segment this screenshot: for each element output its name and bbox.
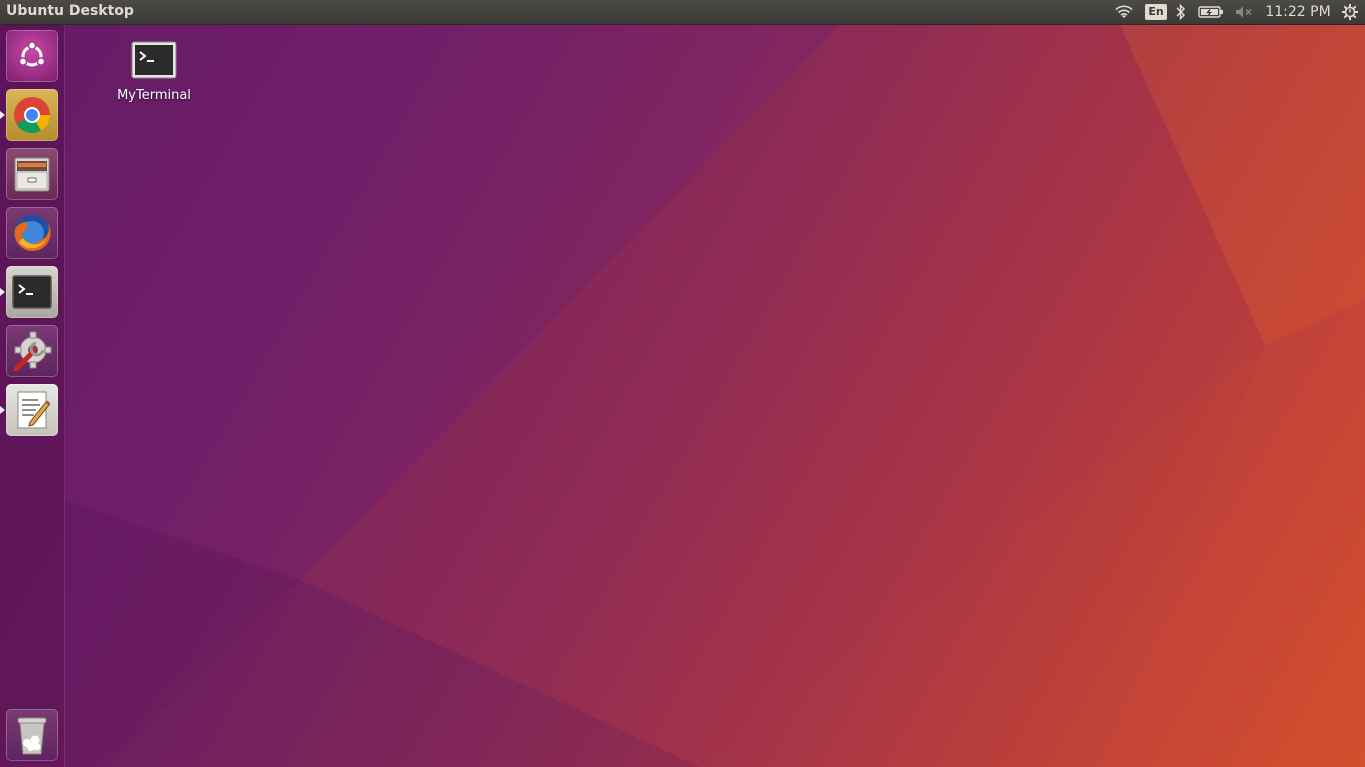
ubuntu-logo-icon	[18, 41, 46, 67]
datetime-menu[interactable]: 11:22 PM	[1262, 0, 1334, 24]
keyboard-language-menu[interactable]: En	[1144, 0, 1168, 24]
bluetooth-icon	[1176, 4, 1186, 20]
trash-icon	[17, 717, 47, 755]
wifi-icon	[1115, 5, 1133, 18]
dash-home-button[interactable]	[6, 30, 58, 82]
running-indicator	[0, 111, 5, 119]
top-panel: Ubuntu Desktop En 11:22 PM	[0, 0, 1365, 25]
terminal-icon	[131, 41, 177, 79]
text-editor-icon	[17, 391, 51, 429]
battery-icon	[1198, 6, 1223, 18]
running-indicator	[0, 406, 5, 414]
running-indicator	[0, 288, 5, 296]
power-gear-icon	[1342, 4, 1358, 20]
battery-menu[interactable]	[1196, 0, 1226, 24]
bluetooth-menu[interactable]	[1172, 0, 1190, 24]
clock: 11:22 PM	[1265, 4, 1331, 20]
wallpaper	[64, 25, 1365, 767]
launcher-files[interactable]	[6, 148, 58, 200]
launcher-system-settings[interactable]	[6, 325, 58, 377]
panel-title: Ubuntu Desktop	[6, 3, 134, 19]
terminal-icon	[12, 275, 52, 309]
settings-gear-wrench-icon	[13, 331, 52, 372]
speaker-muted-icon	[1236, 6, 1252, 18]
network-menu[interactable]	[1112, 0, 1136, 24]
desktop-icon-label: MyTerminal	[117, 88, 191, 103]
sound-menu[interactable]	[1232, 0, 1256, 24]
chrome-icon	[14, 97, 51, 134]
launcher-firefox[interactable]	[6, 207, 58, 259]
firefox-icon	[14, 215, 51, 251]
launcher	[0, 25, 65, 767]
launcher-text-editor[interactable]	[0, 384, 58, 436]
desktop-screen: Ubuntu Desktop En 11:22 PM MyTerminal	[0, 0, 1365, 767]
launcher-trash[interactable]	[6, 709, 58, 761]
launcher-terminal[interactable]	[0, 266, 58, 318]
language-indicator: En	[1145, 4, 1167, 20]
file-cabinet-icon	[14, 157, 50, 192]
launcher-chrome[interactable]	[0, 89, 58, 141]
desktop-icon-myterminal[interactable]: MyTerminal	[108, 40, 200, 103]
session-menu[interactable]	[1338, 0, 1362, 24]
